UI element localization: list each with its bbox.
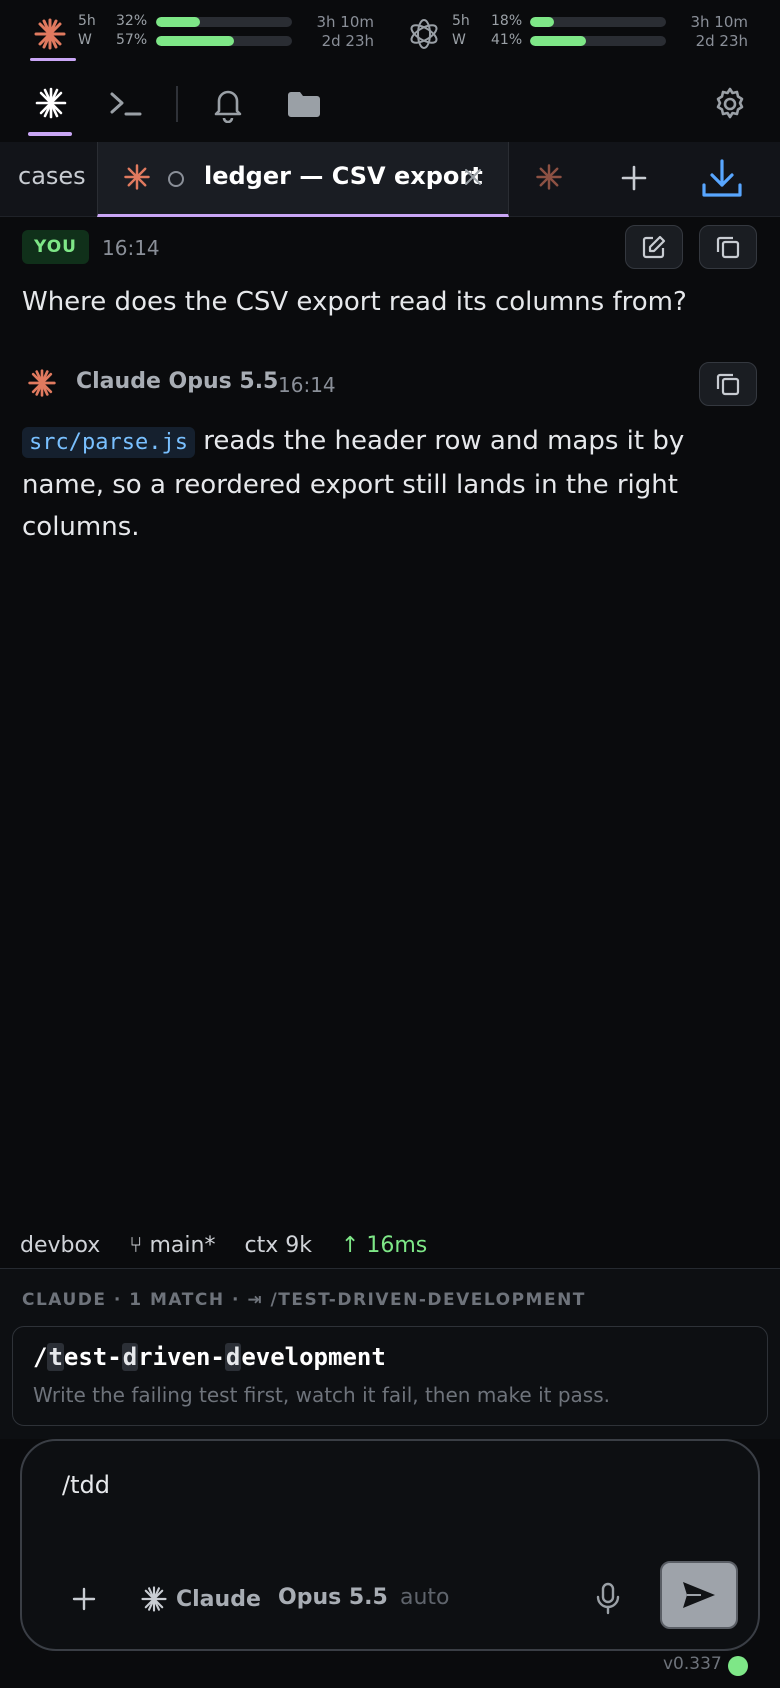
cmd-slash: / [33, 1343, 48, 1371]
model-selector[interactable]: Opus 5.5 [278, 1585, 388, 1610]
assistant-avatar-icon [26, 367, 58, 399]
cmd-match-d2: d [224, 1343, 242, 1371]
cmd-match-t: t [47, 1343, 64, 1371]
user-badge: YOU [22, 230, 89, 264]
branch-icon: ⑂ [129, 1233, 143, 1258]
claude-short-label: 5h [78, 13, 96, 29]
edit-message-button[interactable] [625, 225, 683, 269]
mode-selector[interactable]: auto [400, 1585, 450, 1610]
palette-command: /test-driven-development [33, 1343, 386, 1371]
claude-week-pct: 57% [116, 32, 148, 48]
send-button[interactable] [660, 1561, 738, 1629]
tab-title: ledger — CSV export [204, 162, 483, 190]
connection-status-dot [728, 1656, 748, 1676]
download-icon[interactable] [696, 154, 748, 204]
session-tabs: cases ledger — CSV export [0, 142, 780, 217]
openai-week-label: W [452, 32, 466, 48]
new-tab-button[interactable] [614, 158, 654, 198]
agent-selector[interactable]: Claude [140, 1581, 261, 1617]
palette-header: CLAUDE · 1 MATCH · ⇥ /TEST-DRIVEN-DEVELO… [22, 1290, 586, 1310]
status-bar: devbox ⑂ main* ctx 9k ↑ 16ms [20, 1233, 427, 1258]
tab-ledger-csv-export[interactable]: ledger — CSV export [97, 142, 509, 217]
claude-week-reset: 2d 23h [321, 32, 374, 50]
version-label: v0.337 [663, 1654, 722, 1674]
terminal-icon[interactable] [104, 82, 148, 126]
openai-logo-icon[interactable] [404, 14, 444, 54]
status-latency: ↑ 16ms [340, 1233, 428, 1258]
user-message-time: 16:14 [102, 236, 160, 260]
microphone-icon[interactable] [588, 1577, 628, 1621]
assistant-message-time: 16:14 [278, 373, 336, 397]
toolbar-divider [176, 86, 178, 122]
tab-cases-partial[interactable]: cases [18, 162, 86, 190]
palette-description: Write the failing test first, watch it f… [33, 1383, 610, 1407]
status-host: devbox [20, 1233, 101, 1258]
tab-fade [560, 142, 600, 214]
attach-plus-button[interactable] [64, 1579, 104, 1619]
bell-icon[interactable] [206, 82, 250, 126]
openai-short-label: 5h [452, 13, 470, 29]
folder-icon[interactable] [282, 82, 326, 126]
openai-week-bar [530, 36, 666, 46]
status-branch: main* [149, 1233, 216, 1258]
cmd-match-d1: d [121, 1343, 139, 1371]
openai-short-bar [530, 17, 666, 27]
claude-tab-icon [122, 162, 152, 192]
claude-week-label: W [78, 32, 92, 48]
claude-short-bar [156, 17, 292, 27]
status-ctx: ctx 9k [244, 1233, 312, 1258]
claude-logo-icon[interactable] [30, 14, 70, 54]
copy-user-message-button[interactable] [699, 225, 757, 269]
cmd-part-est: est- [63, 1343, 122, 1371]
agent-label: Claude [176, 1586, 261, 1612]
claude-short-reset: 3h 10m [316, 13, 374, 31]
copy-assistant-message-button[interactable] [699, 362, 757, 406]
tab-close-icon[interactable] [458, 162, 488, 192]
claude-selector-icon [141, 1586, 167, 1612]
composer-input[interactable]: /tdd [62, 1471, 712, 1499]
openai-week-reset: 2d 23h [695, 32, 748, 50]
tab-status-dot-icon [168, 171, 184, 187]
openai-short-pct: 18% [491, 13, 523, 29]
claude-agent-button[interactable] [28, 80, 74, 126]
send-icon [683, 1582, 715, 1608]
openai-short-reset: 3h 10m [690, 13, 748, 31]
assistant-message-text: src/parse.js reads the header row and ma… [22, 420, 742, 548]
active-agent-underline [28, 132, 72, 136]
file-path-code[interactable]: src/parse.js [22, 427, 195, 458]
claude-short-pct: 32% [116, 13, 148, 29]
gear-icon[interactable] [708, 82, 752, 126]
openai-week-pct: 41% [491, 32, 523, 48]
assistant-name: Claude Opus 5.5 [76, 369, 279, 394]
user-message-text: Where does the CSV export read its colum… [22, 287, 687, 317]
cmd-part-riven: riven- [138, 1343, 225, 1371]
claude-usage-indicator [30, 58, 76, 61]
claude-week-bar [156, 36, 292, 46]
cmd-part-evelopment: evelopment [241, 1343, 386, 1371]
composer: /tdd Claude Opus 5.5 auto [20, 1439, 760, 1651]
palette-match-item[interactable]: /test-driven-development Write the faili… [12, 1326, 768, 1426]
